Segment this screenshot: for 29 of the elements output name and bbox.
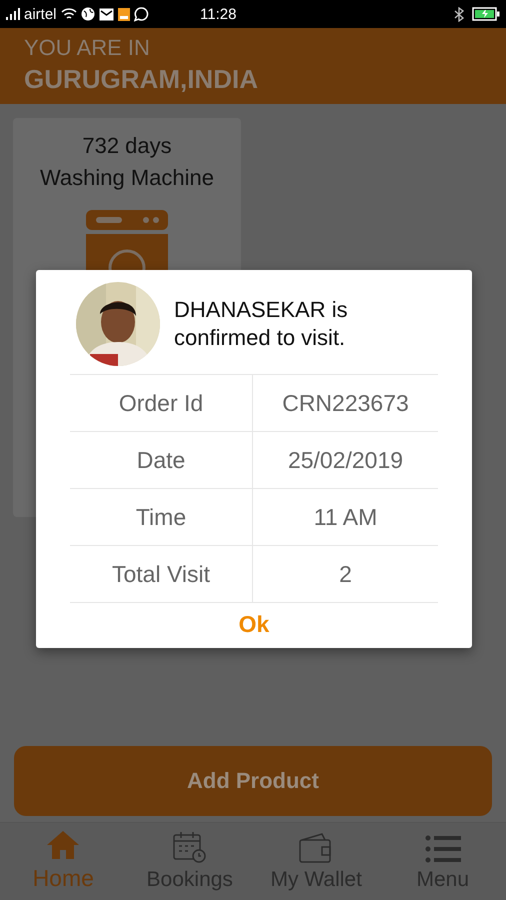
wifi-icon	[60, 8, 77, 20]
signal-icon	[6, 8, 20, 20]
clock-time: 11:28	[200, 6, 238, 22]
product-name: Washing Machine	[40, 164, 214, 192]
globe-icon	[80, 7, 95, 21]
app-icon	[118, 8, 130, 20]
detail-label: Date	[70, 432, 253, 489]
mail-icon	[98, 8, 114, 20]
bluetooth-icon	[454, 6, 464, 22]
detail-value: 11 AM	[253, 489, 438, 546]
home-icon	[45, 829, 82, 861]
detail-value: 2	[253, 546, 438, 603]
detail-value: 25/02/2019	[253, 432, 438, 489]
carrier-name: airtel	[24, 6, 57, 22]
detail-label: Order Id	[70, 375, 253, 432]
detail-value: CRN223673	[253, 375, 438, 432]
calendar-icon	[172, 830, 208, 864]
add-product-button[interactable]: Add Product	[14, 746, 492, 816]
battery-icon	[472, 7, 500, 21]
header-label: YOU ARE IN	[24, 34, 151, 62]
detail-label: Time	[70, 489, 253, 546]
detail-label: Total Visit	[70, 546, 253, 603]
location-name: GURUGRAM,INDIA	[24, 63, 259, 96]
chat-icon	[134, 6, 149, 22]
nav-tab[interactable]: Home	[0, 823, 126, 900]
menu-icon	[424, 834, 461, 864]
ok-button[interactable]: Ok	[230, 607, 278, 642]
duration-text: 732 days	[82, 132, 172, 160]
confirmation-message: DHANASEKAR is confirmed to visit.	[174, 296, 349, 352]
